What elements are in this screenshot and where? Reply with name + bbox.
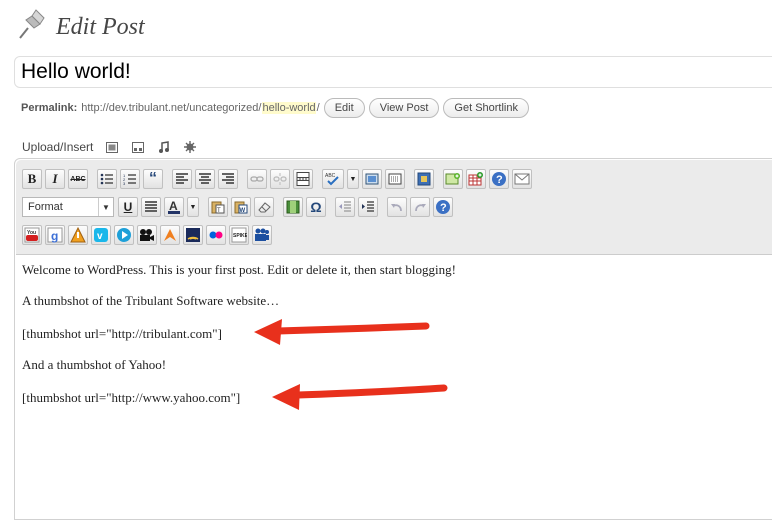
mail-icon[interactable] — [512, 169, 532, 189]
outdent-icon[interactable] — [335, 197, 355, 217]
content-paragraph-welcome: Welcome to WordPress. This is your first… — [22, 262, 456, 277]
post-title-input[interactable] — [14, 56, 772, 88]
insert-table-icon[interactable] — [466, 169, 486, 189]
insert-image-icon[interactable] — [443, 169, 463, 189]
upload-insert-bar: Upload/Insert — [22, 138, 197, 156]
kitchen-sink-icon[interactable] — [385, 169, 405, 189]
svg-text:3: 3 — [123, 181, 126, 185]
undo-icon[interactable] — [387, 197, 407, 217]
view-post-button[interactable]: View Post — [368, 98, 440, 118]
indent-icon[interactable] — [358, 197, 378, 217]
align-left-icon[interactable] — [172, 169, 192, 189]
justify-icon[interactable] — [141, 197, 161, 217]
upload-insert-label: Upload/Insert — [22, 140, 94, 154]
bullet-list-icon[interactable] — [97, 169, 117, 189]
svg-text:g: g — [51, 229, 58, 243]
red-arrow-icon — [272, 384, 448, 410]
add-audio-icon[interactable] — [157, 140, 171, 154]
add-image-icon[interactable] — [105, 140, 119, 154]
editor-toolbar: B I ABC 123 “ ABC ▼ ? Format ▼ U A ▼ T W… — [16, 160, 772, 255]
spellcheck-dropdown-icon[interactable]: ▼ — [347, 169, 359, 189]
unlink-icon[interactable] — [270, 169, 290, 189]
flash-video-icon[interactable] — [160, 225, 180, 245]
svg-text:ABC: ABC — [325, 173, 336, 179]
flickr-icon[interactable] — [206, 225, 226, 245]
align-center-icon[interactable] — [195, 169, 215, 189]
permalink-slug[interactable]: hello-world — [262, 102, 316, 114]
content-paragraph-thumbshot-intro: A thumbshot of the Tribulant Software we… — [22, 293, 280, 308]
underline-icon[interactable]: U — [118, 197, 138, 217]
text-color-dropdown-icon[interactable]: ▼ — [187, 197, 199, 217]
help-icon[interactable]: ? — [489, 169, 509, 189]
svg-text:W: W — [240, 208, 246, 214]
content-shortcode-tribulant: [thumbshot url="http://tribulant.com"] — [22, 326, 222, 341]
myspace-icon[interactable] — [252, 225, 272, 245]
strikethrough-icon[interactable]: ABC — [68, 169, 88, 189]
content-paragraph-yahoo-intro: And a thumbshot of Yahoo! — [22, 357, 167, 372]
special-character-icon[interactable]: Ω — [306, 197, 326, 217]
insert-media-icon[interactable] — [283, 197, 303, 217]
permalink-trail: / — [316, 102, 320, 114]
paste-text-icon[interactable]: T — [208, 197, 228, 217]
svg-text:SPIKE: SPIKE — [233, 233, 247, 239]
red-arrow-icon — [254, 319, 430, 345]
format-select[interactable]: Format ▼ — [22, 197, 114, 217]
redo-icon[interactable] — [410, 197, 430, 217]
paste-icon[interactable] — [414, 169, 434, 189]
google-video-icon[interactable]: g — [45, 225, 65, 245]
wifi-stream-icon[interactable] — [183, 225, 203, 245]
link-icon[interactable] — [247, 169, 267, 189]
fullscreen-icon[interactable] — [362, 169, 382, 189]
bold-icon[interactable]: B — [22, 169, 42, 189]
youtube-icon[interactable]: You — [22, 225, 42, 245]
video-camera-icon[interactable] — [137, 225, 157, 245]
align-right-icon[interactable] — [218, 169, 238, 189]
content-shortcode-yahoo: [thumbshot url="http://www.yahoo.com"] — [22, 390, 241, 405]
help-icon[interactable]: ? — [433, 197, 453, 217]
spike-icon[interactable]: SPIKE — [229, 225, 249, 245]
toolbar-row-2: Format ▼ U A ▼ T W Ω ? — [22, 195, 456, 219]
add-video-icon[interactable] — [131, 140, 145, 154]
svg-text:?: ? — [496, 174, 503, 186]
dailymotion-icon[interactable] — [68, 225, 88, 245]
chevron-down-icon: ▼ — [98, 198, 113, 216]
get-shortlink-button[interactable]: Get Shortlink — [443, 98, 529, 118]
svg-text:v: v — [97, 231, 103, 242]
pushpin-icon — [19, 9, 45, 39]
svg-text:T: T — [217, 208, 221, 214]
svg-text:?: ? — [440, 202, 447, 214]
toolbar-row-1: B I ABC 123 “ ABC ▼ ? — [22, 167, 535, 191]
eraser-icon[interactable] — [254, 197, 274, 217]
format-select-value: Format — [28, 201, 63, 213]
play-icon[interactable] — [114, 225, 134, 245]
permalink-bar: Permalink: http://dev.tribulant.net/unca… — [21, 96, 529, 120]
add-media-icon[interactable] — [183, 140, 197, 154]
page-title: Edit Post — [56, 14, 145, 40]
spellcheck-icon[interactable]: ABC — [322, 169, 344, 189]
text-color-icon[interactable]: A — [164, 197, 184, 217]
paste-word-icon[interactable]: W — [231, 197, 251, 217]
vimeo-icon[interactable]: v — [91, 225, 111, 245]
permalink-base: http://dev.tribulant.net/uncategorized/ — [81, 102, 262, 114]
italic-icon[interactable]: I — [45, 169, 65, 189]
blockquote-icon[interactable]: “ — [143, 169, 163, 189]
numbered-list-icon[interactable]: 123 — [120, 169, 140, 189]
edit-permalink-button[interactable]: Edit — [323, 98, 365, 118]
permalink-label: Permalink: — [21, 102, 78, 114]
toolbar-row-3: You g v SPIKE — [22, 223, 275, 247]
insert-more-icon[interactable] — [293, 169, 313, 189]
